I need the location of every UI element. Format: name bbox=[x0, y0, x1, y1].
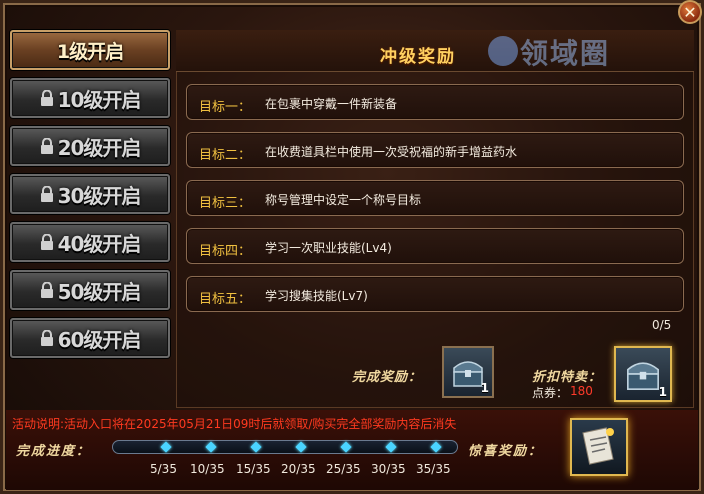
tab-label: 10级开启 bbox=[57, 87, 142, 112]
coupon-label: 点券： bbox=[532, 386, 569, 400]
tab-label: 30级开启 bbox=[57, 183, 142, 208]
progress-label: 完成进度： bbox=[16, 444, 92, 459]
tab-label: 20级开启 bbox=[57, 135, 142, 160]
tab-level-10[interactable]: 10级开启 bbox=[10, 78, 170, 118]
goal-key: 目标二： bbox=[199, 148, 252, 163]
tab-level-60[interactable]: 60级开启 bbox=[10, 318, 170, 358]
tab-level-40[interactable]: 40级开启 bbox=[10, 222, 170, 262]
event-notice: 活动说明:活动入口将在2025年05月21日09时后就领取/购买完全部奖励内容后… bbox=[12, 417, 457, 431]
tab-level-50[interactable]: 50级开启 bbox=[10, 270, 170, 310]
tab-level-30[interactable]: 30级开启 bbox=[10, 174, 170, 214]
reward-quantity: 1 bbox=[480, 381, 489, 395]
lock-icon bbox=[40, 282, 53, 298]
reward-label: 完成奖励： bbox=[352, 370, 423, 385]
progress-tick: 15/35 bbox=[236, 462, 271, 476]
tab-level-1[interactable]: 1级开启 bbox=[10, 30, 170, 70]
level-reward-window: ✕ 1级开启 10级开启 20级开启 30级开启 40级开启 50级开启 60级… bbox=[0, 0, 704, 494]
progress-tick: 30/35 bbox=[371, 462, 406, 476]
goals-completed-count: 0/5 bbox=[652, 318, 672, 332]
scroll-document-icon bbox=[582, 427, 614, 465]
goal-key: 目标一： bbox=[199, 100, 252, 115]
goal-text: 在收费道具栏中使用一次受祝福的新手增益药水 bbox=[265, 145, 518, 159]
goal-key: 目标四： bbox=[199, 244, 252, 259]
goal-row: 目标四： 学习一次职业技能(Lv4) bbox=[186, 228, 684, 264]
lock-icon bbox=[40, 138, 53, 154]
goal-key: 目标五： bbox=[199, 292, 252, 307]
goal-row: 目标二： 在收费道具栏中使用一次受祝福的新手增益药水 bbox=[186, 132, 684, 168]
level-tabs-sidebar: 1级开启 10级开启 20级开启 30级开启 40级开启 50级开启 60级开启 bbox=[8, 30, 172, 410]
goal-text: 学习搜集技能(Lv7) bbox=[265, 289, 368, 303]
goal-row: 目标三： 称号管理中设定一个称号目标 bbox=[186, 180, 684, 216]
goal-text: 学习一次职业技能(Lv4) bbox=[265, 241, 392, 255]
tab-label: 50级开启 bbox=[57, 279, 142, 304]
progress-tick: 10/35 bbox=[190, 462, 225, 476]
goal-row: 目标五： 学习搜集技能(Lv7) bbox=[186, 276, 684, 312]
goal-key: 目标三： bbox=[199, 196, 252, 211]
lock-icon bbox=[40, 90, 53, 106]
close-button[interactable]: ✕ bbox=[678, 0, 702, 24]
progress-tick: 5/35 bbox=[150, 462, 177, 476]
surprise-reward-label: 惊喜奖励： bbox=[468, 444, 544, 459]
lock-icon bbox=[40, 186, 53, 202]
discount-label: 折扣特卖： bbox=[532, 370, 603, 385]
progress-tick: 35/35 bbox=[416, 462, 451, 476]
tab-label: 1级开启 bbox=[56, 40, 124, 63]
watermark-logo-icon bbox=[488, 36, 518, 66]
tab-label: 60级开启 bbox=[57, 327, 142, 352]
tab-label: 40级开启 bbox=[57, 231, 142, 256]
discount-quantity: 1 bbox=[658, 385, 667, 399]
progress-tick: 20/35 bbox=[281, 462, 316, 476]
discount-chest-slot[interactable]: 1 bbox=[614, 346, 672, 402]
watermark-text: 领域圈 bbox=[520, 37, 611, 70]
progress-tick: 25/35 bbox=[326, 462, 361, 476]
lock-icon bbox=[40, 234, 53, 250]
reward-chest-slot[interactable]: 1 bbox=[442, 346, 494, 398]
panel-title: 冲级奖励 bbox=[380, 47, 456, 67]
surprise-reward-slot[interactable] bbox=[570, 418, 628, 476]
goal-text: 称号管理中设定一个称号目标 bbox=[265, 193, 422, 207]
coupon-value: 180 bbox=[570, 384, 593, 398]
lock-icon bbox=[40, 330, 53, 346]
goal-text: 在包裹中穿戴一件新装备 bbox=[265, 97, 398, 111]
tab-level-20[interactable]: 20级开启 bbox=[10, 126, 170, 166]
goal-row: 目标一： 在包裹中穿戴一件新装备 bbox=[186, 84, 684, 120]
